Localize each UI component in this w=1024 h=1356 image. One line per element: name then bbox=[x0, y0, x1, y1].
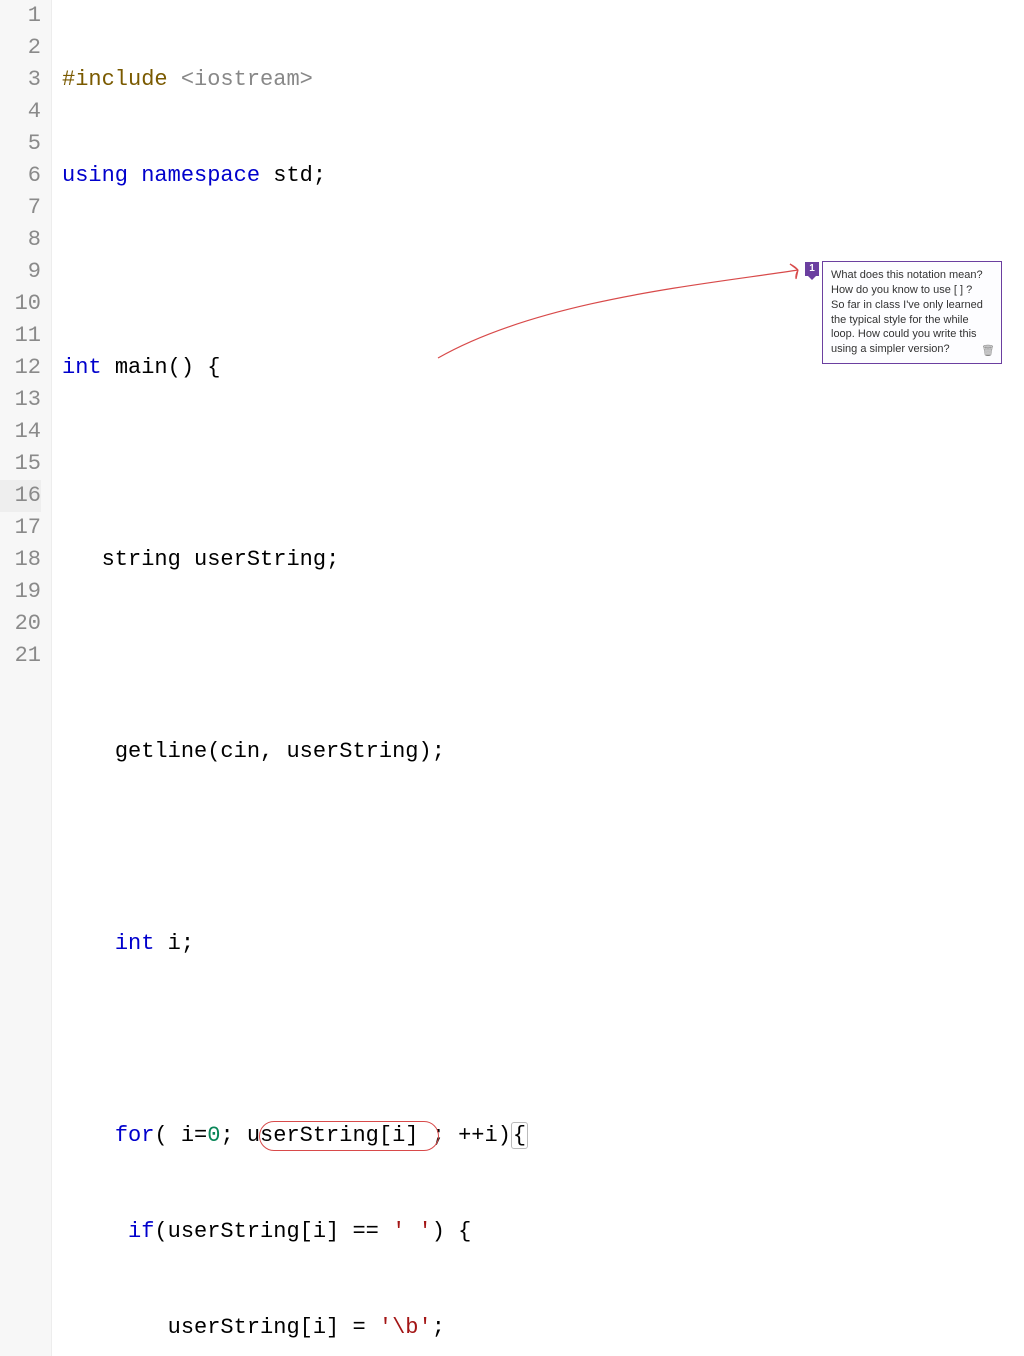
include-target: <iostream> bbox=[181, 67, 313, 92]
cond: (userString[i] bbox=[154, 1219, 339, 1244]
line-number: 14 bbox=[0, 416, 41, 448]
line-number: 7 bbox=[0, 192, 41, 224]
identifier: i bbox=[181, 1123, 194, 1148]
code-line[interactable] bbox=[62, 640, 1024, 672]
brace: { bbox=[207, 355, 220, 380]
brace: { bbox=[511, 1122, 528, 1149]
code-line[interactable] bbox=[62, 448, 1024, 480]
parens: () bbox=[168, 355, 194, 380]
comment-box[interactable]: What does this notation mean? How do you… bbox=[822, 261, 1002, 364]
line-number: 11 bbox=[0, 320, 41, 352]
identifier: std bbox=[273, 163, 313, 188]
code-line[interactable]: if(userString[i] == ' ') { bbox=[62, 1216, 1024, 1248]
identifier: i bbox=[168, 931, 181, 956]
punct: ; bbox=[432, 1123, 445, 1148]
punct: ; bbox=[326, 547, 339, 572]
code-line[interactable]: userString[i] = '\b'; bbox=[62, 1312, 1024, 1344]
type: int bbox=[62, 355, 102, 380]
paren: ) bbox=[432, 1219, 445, 1244]
punct: ; bbox=[313, 163, 326, 188]
line-number-gutter: 1 2 3 4 5 6 7 8 9 10 11 12 13 14 15 16 1… bbox=[0, 0, 52, 1356]
code-area[interactable]: #include <iostream> using namespace std;… bbox=[52, 0, 1024, 1356]
line-number: 1 bbox=[0, 0, 41, 32]
comment-badge[interactable]: 1 bbox=[805, 262, 819, 276]
char-literal: '\b' bbox=[379, 1315, 432, 1340]
args: (cin bbox=[207, 739, 260, 764]
line-number: 15 bbox=[0, 448, 41, 480]
line-number: 2 bbox=[0, 32, 41, 64]
keyword: namespace bbox=[141, 163, 260, 188]
code-line[interactable] bbox=[62, 832, 1024, 864]
code-line[interactable]: int i; bbox=[62, 928, 1024, 960]
operator: = bbox=[194, 1123, 207, 1148]
line-number: 4 bbox=[0, 96, 41, 128]
code-line[interactable]: string userString; bbox=[62, 544, 1024, 576]
line-number: 16 bbox=[0, 480, 41, 512]
code-line[interactable]: using namespace std; bbox=[62, 160, 1024, 192]
line-number: 19 bbox=[0, 576, 41, 608]
line-number: 12 bbox=[0, 352, 41, 384]
increment: ++i) bbox=[458, 1123, 511, 1148]
line-number: 20 bbox=[0, 608, 41, 640]
operator: == bbox=[352, 1219, 378, 1244]
number: 0 bbox=[207, 1123, 220, 1148]
type: string bbox=[102, 547, 181, 572]
code-line[interactable] bbox=[62, 1024, 1024, 1056]
punct: , bbox=[260, 739, 273, 764]
line-number: 3 bbox=[0, 64, 41, 96]
line-number: 8 bbox=[0, 224, 41, 256]
paren: ( bbox=[154, 1123, 167, 1148]
char-literal: ' ' bbox=[392, 1219, 432, 1244]
line-number: 18 bbox=[0, 544, 41, 576]
code-line[interactable]: getline(cin, userString); bbox=[62, 736, 1024, 768]
preprocessor: #include bbox=[62, 67, 168, 92]
line-number: 10 bbox=[0, 288, 41, 320]
line-number: 9 bbox=[0, 256, 41, 288]
function-call: getline bbox=[115, 739, 207, 764]
line-number: 5 bbox=[0, 128, 41, 160]
line-number: 13 bbox=[0, 384, 41, 416]
punct: ; bbox=[181, 931, 194, 956]
keyword: using bbox=[62, 163, 128, 188]
args: userString) bbox=[286, 739, 431, 764]
comment-badge-count: 1 bbox=[809, 263, 815, 274]
identifier: userString bbox=[247, 1123, 379, 1148]
code-line[interactable]: for( i=0; userString[i] ; ++i){ bbox=[62, 1120, 1024, 1152]
punct: ; bbox=[432, 739, 445, 764]
comment-text: What does this notation mean? How do you… bbox=[831, 269, 986, 355]
type: int bbox=[115, 931, 155, 956]
punct: ; bbox=[220, 1123, 233, 1148]
brace: { bbox=[458, 1219, 471, 1244]
code-editor: 1 2 3 4 5 6 7 8 9 10 11 12 13 14 15 16 1… bbox=[0, 0, 1024, 1356]
keyword: if bbox=[128, 1219, 154, 1244]
subscript: [i] bbox=[379, 1123, 419, 1148]
punct: ; bbox=[432, 1315, 445, 1340]
lvalue: userString[i] bbox=[168, 1315, 340, 1340]
identifier: userString bbox=[194, 547, 326, 572]
trash-icon[interactable]: 🗑 bbox=[981, 344, 995, 359]
operator: = bbox=[352, 1315, 365, 1340]
line-number: 6 bbox=[0, 160, 41, 192]
line-number: 21 bbox=[0, 640, 41, 672]
code-line[interactable]: #include <iostream> bbox=[62, 64, 1024, 96]
line-number: 17 bbox=[0, 512, 41, 544]
keyword: for bbox=[115, 1123, 155, 1148]
function-name: main bbox=[115, 355, 168, 380]
